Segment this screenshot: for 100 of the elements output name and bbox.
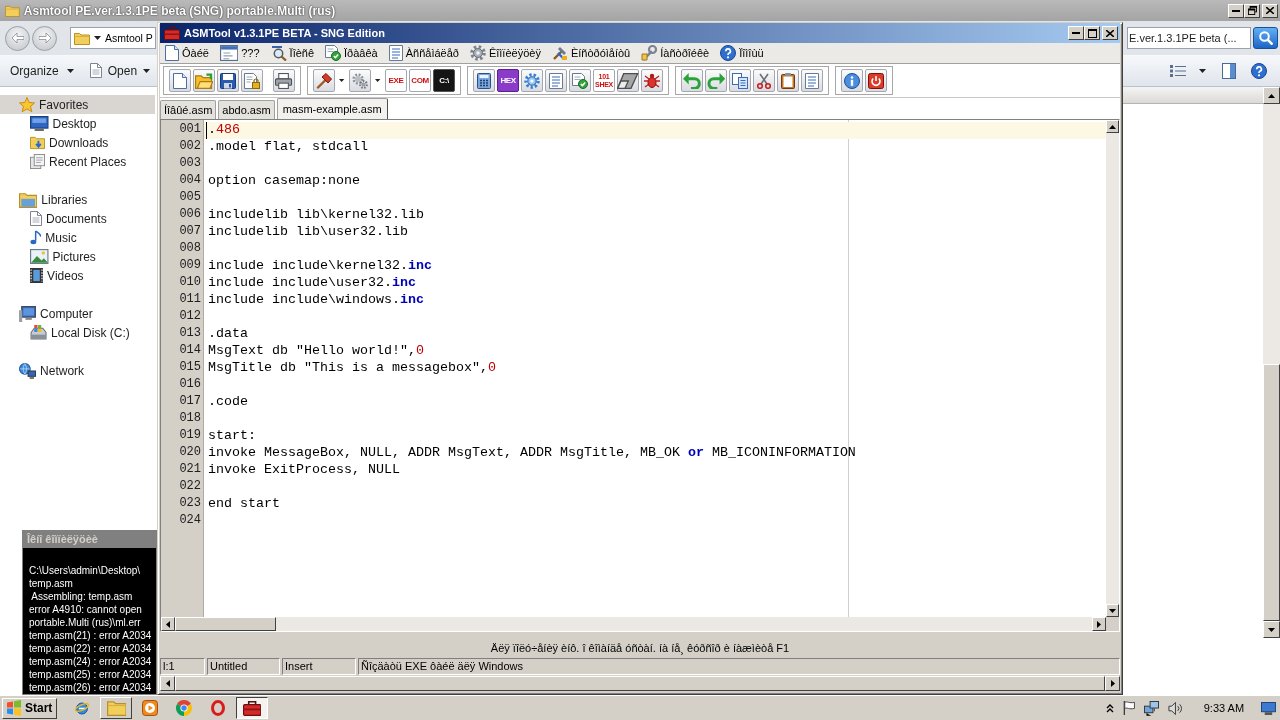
scissors-icon [756, 72, 772, 89]
breadcrumb-item[interactable]: Asmtool P [105, 32, 153, 44]
scroll-right-button[interactable] [1092, 617, 1106, 631]
preview-pane-icon [1222, 62, 1236, 79]
menu-item[interactable]: Àññåìáëåð [383, 43, 465, 63]
check-document-button[interactable] [569, 69, 591, 92]
nav-item[interactable]: Local Disk (C:) [0, 323, 155, 342]
menu-item[interactable]: Ïîìîùü [715, 43, 770, 63]
menu-item[interactable]: Ïîèñê [265, 43, 321, 63]
film-icon [30, 268, 44, 283]
save-button[interactable] [217, 69, 239, 92]
bug-button[interactable] [641, 69, 663, 92]
scroll-up-button[interactable] [1263, 87, 1280, 104]
list-document-button[interactable] [801, 69, 823, 92]
line-number: 016 [178, 377, 202, 393]
start-button[interactable]: Start [2, 697, 58, 719]
nav-item[interactable]: Recent Places [0, 152, 155, 171]
caret-icon [1199, 68, 1206, 73]
menu-item[interactable]: Ïðàâêà [320, 43, 384, 63]
maximize-button[interactable] [1084, 26, 1100, 40]
new-file-button[interactable] [169, 69, 191, 92]
bug-icon [644, 72, 660, 89]
nav-item[interactable]: Pictures [0, 247, 155, 266]
copy-icon [732, 72, 748, 89]
check-document-icon [325, 45, 342, 61]
restore-button[interactable] [1244, 3, 1260, 18]
scroll-down-button[interactable] [1263, 621, 1280, 638]
nav-item[interactable]: Network [0, 361, 155, 380]
nav-item[interactable]: Downloads [0, 133, 155, 152]
vertical-scrollbar[interactable] [1106, 120, 1119, 617]
hex-button[interactable]: HEX [497, 69, 519, 92]
close-icon [1106, 29, 1114, 37]
com-button[interactable]: COM [409, 69, 431, 92]
nav-item[interactable]: Desktop [0, 114, 155, 133]
open-button[interactable]: Open [83, 58, 157, 83]
scroll-down-button[interactable] [1106, 604, 1119, 617]
search-button[interactable] [1253, 27, 1278, 49]
document-lock-button[interactable] [241, 69, 263, 92]
line-number: 024 [178, 513, 202, 529]
scroll-left-button[interactable] [160, 676, 175, 691]
menu-item[interactable]: ??? [214, 43, 266, 63]
menu-item[interactable]: Êîìïèëÿöèÿ [464, 43, 547, 63]
scrollbar-thumb[interactable] [175, 617, 276, 631]
scrollbar-thumb[interactable] [1263, 364, 1280, 621]
folder-icon [74, 31, 90, 45]
paste-button[interactable] [777, 69, 799, 92]
clock[interactable]: 9:33 AM [1203, 702, 1245, 714]
console-button[interactable]: C:\ [433, 69, 455, 92]
file-tab[interactable]: masm-example.asm [276, 98, 388, 119]
gear-button[interactable] [521, 69, 543, 92]
scroll-up-button[interactable] [1106, 120, 1119, 133]
menu-item[interactable]: Èíñòðóìåíòû [546, 43, 637, 63]
line-number: 022 [178, 479, 202, 495]
power-button[interactable] [865, 69, 887, 92]
minimize-button[interactable] [1068, 26, 1084, 40]
line-number: 005 [178, 190, 202, 206]
help-icon [1251, 62, 1267, 79]
nav-item[interactable]: Music [0, 228, 155, 247]
menu-item[interactable]: Íàñòðîéêè [636, 43, 716, 63]
organize-button[interactable]: Organize [4, 58, 80, 83]
scroll-left-button[interactable] [161, 617, 175, 631]
nav-item[interactable]: Computer [0, 304, 155, 323]
window-icon [219, 45, 239, 61]
calculator-button[interactable] [473, 69, 495, 92]
redo-button[interactable] [705, 69, 727, 92]
exe-button[interactable]: EXE [385, 69, 407, 92]
minimize-button[interactable] [1228, 3, 1244, 18]
caret-icon [375, 79, 381, 82]
vertical-scrollbar[interactable] [1263, 87, 1280, 638]
calculator-icon [477, 72, 491, 89]
hammer-button[interactable] [313, 69, 335, 92]
scroll-right-button[interactable] [1105, 676, 1120, 691]
open-button[interactable] [193, 69, 215, 92]
file-tab[interactable]: abdo.asm [218, 100, 275, 119]
code-editor[interactable] [160, 119, 1120, 632]
file-tab[interactable]: Íîâûé.asm [160, 100, 217, 119]
eraser-button[interactable] [617, 69, 639, 92]
menu-item[interactable]: Ôàéë [160, 43, 215, 63]
taskbar-button[interactable] [236, 697, 269, 719]
print-button[interactable] [273, 69, 295, 92]
close-button[interactable] [1262, 3, 1278, 18]
line-number: 004 [178, 173, 202, 189]
nav-item[interactable]: Videos [0, 266, 155, 285]
nav-item[interactable]: Favorites [0, 95, 155, 114]
address-bar[interactable]: Asmtool P [70, 27, 156, 49]
cut-button[interactable] [753, 69, 775, 92]
close-button[interactable] [1102, 26, 1118, 40]
nav-item[interactable]: Documents [0, 209, 155, 228]
line-number: 007 [178, 224, 202, 240]
tools-icon [551, 45, 568, 61]
copy-button[interactable] [729, 69, 751, 92]
document-button[interactable] [545, 69, 567, 92]
horizontal-scrollbar[interactable] [161, 617, 1106, 631]
search-field[interactable]: E.ver.1.3.1PE beta (... [1127, 27, 1251, 49]
undo-button[interactable] [681, 69, 703, 92]
network-button[interactable] [1141, 698, 1161, 718]
code-line: .data [208, 326, 248, 343]
search-icon [1258, 31, 1273, 45]
info-button[interactable] [841, 69, 863, 92]
nav-item[interactable]: Libraries [0, 190, 155, 209]
